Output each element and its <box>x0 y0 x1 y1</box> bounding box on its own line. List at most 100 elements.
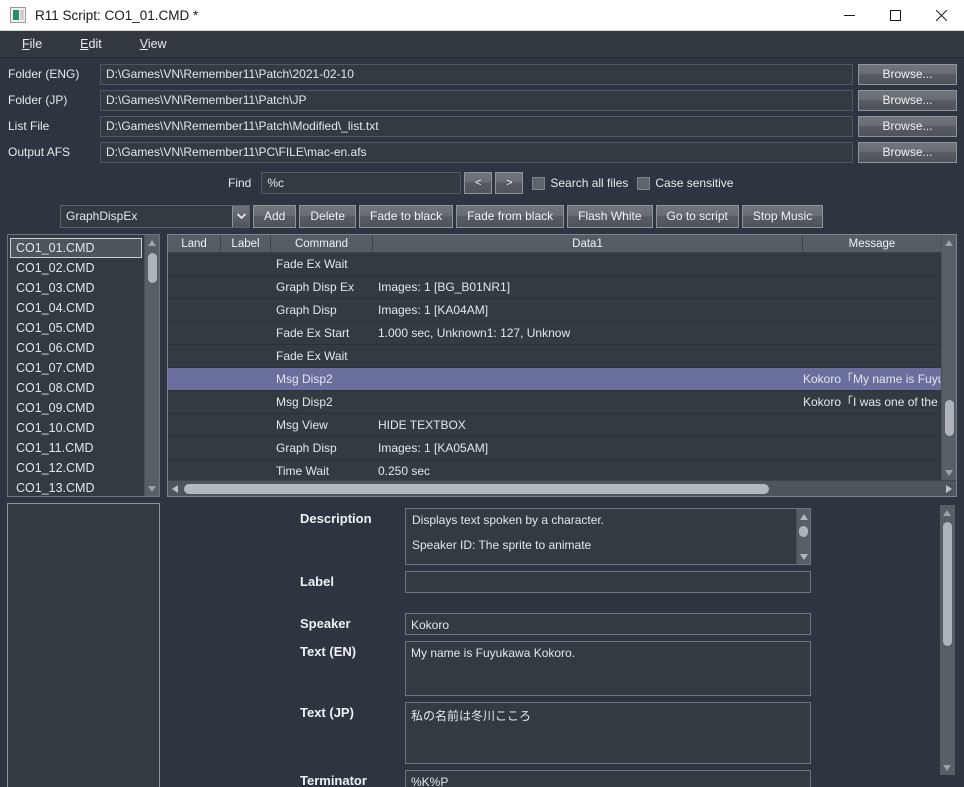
description-text[interactable]: Displays text spoken by a character. Spe… <box>405 508 796 565</box>
table-row[interactable]: Time Wait 0.250 sec <box>168 460 941 480</box>
search-all-files-checkbox[interactable] <box>532 176 546 190</box>
speaker-input[interactable]: Kokoro <box>405 613 811 635</box>
file-list-item[interactable]: CO1_11.CMD <box>11 438 144 458</box>
cell-label <box>221 345 271 368</box>
scroll-down-icon[interactable] <box>796 549 811 564</box>
file-list-scroll-track[interactable] <box>145 250 160 481</box>
browse-output-afs-button[interactable]: Browse... <box>858 141 957 163</box>
table-row[interactable]: Graph Disp Images: 1 [KA05AM] <box>168 437 941 460</box>
file-list-item[interactable]: CO1_10.CMD <box>11 418 144 438</box>
command-type-combobox[interactable]: GraphDispEx <box>60 204 250 228</box>
command-table-scroll-track[interactable] <box>942 250 957 465</box>
file-list-item[interactable]: CO1_09.CMD <box>11 398 144 418</box>
command-table-hscroll-track[interactable] <box>182 481 942 497</box>
find-input[interactable]: %c <box>261 172 462 194</box>
fade-from-black-button[interactable]: Fade from black <box>456 204 565 228</box>
output-afs-input[interactable]: D:\Games\VN\Remember11\PC\FILE\mac-en.af… <box>100 141 853 163</box>
search-all-files-checkbox-wrap[interactable]: Search all files <box>532 176 628 190</box>
table-row[interactable]: Fade Ex Wait <box>168 345 941 368</box>
fade-to-black-button[interactable]: Fade to black <box>359 204 454 228</box>
file-list-item[interactable]: CO1_13.CMD <box>11 478 144 496</box>
file-list-scrollbar[interactable] <box>144 235 159 496</box>
browse-folder-jp-button[interactable]: Browse... <box>858 89 957 111</box>
scroll-up-icon[interactable] <box>940 505 955 520</box>
menu-edit[interactable]: Edit <box>64 33 118 55</box>
folder-eng-input[interactable]: D:\Games\VN\Remember11\Patch\2021-02-10 <box>100 63 853 85</box>
maximize-button[interactable] <box>872 0 918 31</box>
label-input[interactable] <box>405 571 811 593</box>
table-row[interactable]: Graph Disp Images: 1 [KA04AM] <box>168 299 941 322</box>
table-row[interactable]: Msg View HIDE TEXTBOX <box>168 414 941 437</box>
column-header-data1[interactable]: Data1 <box>373 235 803 253</box>
scroll-right-icon[interactable] <box>942 484 956 493</box>
find-next-button[interactable]: > <box>495 172 524 194</box>
column-header-land[interactable]: Land <box>168 235 221 253</box>
column-header-label[interactable]: Label <box>221 235 271 253</box>
stop-music-button[interactable]: Stop Music <box>741 204 824 228</box>
scroll-left-icon[interactable] <box>168 484 182 493</box>
table-row[interactable]: Msg Disp2 Kokoro「My name is Fuyukawa Kok… <box>168 368 941 391</box>
command-table-hscroll-thumb[interactable] <box>184 483 770 494</box>
file-list-item[interactable]: CO1_08.CMD <box>11 378 144 398</box>
file-list-item[interactable]: CO1_05.CMD <box>11 318 144 338</box>
text-jp-input[interactable]: 私の名前は冬川こころ <box>405 702 811 764</box>
case-sensitive-checkbox[interactable] <box>637 176 651 190</box>
description-scroll-track[interactable] <box>796 524 811 549</box>
scroll-up-icon[interactable] <box>145 235 160 250</box>
column-header-command[interactable]: Command <box>271 235 373 253</box>
command-table-hscrollbar[interactable] <box>168 480 956 496</box>
text-en-label: Text (EN) <box>300 644 357 659</box>
delete-button[interactable]: Delete <box>299 204 357 228</box>
file-list-item[interactable]: CO1_04.CMD <box>11 298 144 318</box>
command-table-scroll-thumb[interactable] <box>944 400 954 436</box>
form-scroll-track[interactable] <box>940 520 955 760</box>
terminator-input[interactable]: %K%P <box>405 770 811 787</box>
folder-jp-input[interactable]: D:\Games\VN\Remember11\Patch\JP <box>100 89 853 111</box>
file-list-item[interactable]: CO1_12.CMD <box>11 458 144 478</box>
file-list-item[interactable]: CO1_01.CMD <box>10 238 142 258</box>
file-list-item[interactable]: CO1_07.CMD <box>11 358 144 378</box>
file-list-scroll-thumb[interactable] <box>147 253 157 283</box>
file-list-item[interactable]: CO1_06.CMD <box>11 338 144 358</box>
file-list-item[interactable]: CO1_02.CMD <box>11 258 144 278</box>
add-button[interactable]: Add <box>253 204 297 228</box>
table-row[interactable]: Graph Disp Ex Images: 1 [BG_B01NR1] <box>168 276 941 299</box>
find-bar: Find %c < > Search all files Case sensit… <box>0 171 964 195</box>
form-scroll-thumb[interactable] <box>942 522 952 646</box>
cell-data1 <box>373 391 803 414</box>
cell-land <box>168 391 221 414</box>
cell-data1 <box>373 345 803 368</box>
browse-folder-eng-button[interactable]: Browse... <box>858 63 957 85</box>
lower-region: Description Displays text spoken by a ch… <box>0 497 964 787</box>
description-scroll-thumb[interactable] <box>799 526 808 537</box>
minimize-button[interactable] <box>826 0 872 31</box>
file-list[interactable]: CO1_01.CMD CO1_02.CMD CO1_03.CMD CO1_04.… <box>8 235 144 496</box>
menu-edit-rest: dit <box>88 37 102 51</box>
scroll-up-icon[interactable] <box>942 235 957 250</box>
command-details-form: Description Displays text spoken by a ch… <box>167 503 957 787</box>
scroll-up-icon[interactable] <box>796 509 811 524</box>
case-sensitive-checkbox-wrap[interactable]: Case sensitive <box>637 176 733 190</box>
file-list-item[interactable]: CO1_03.CMD <box>11 278 144 298</box>
browse-list-file-button[interactable]: Browse... <box>858 115 957 137</box>
scroll-down-icon[interactable] <box>145 481 160 496</box>
speaker-label: Speaker <box>300 616 351 631</box>
find-previous-button[interactable]: < <box>464 172 493 194</box>
description-scrollbar[interactable] <box>796 508 811 565</box>
command-table-scrollbar[interactable] <box>941 235 956 480</box>
list-file-input[interactable]: D:\Games\VN\Remember11\Patch\Modified\_l… <box>100 115 853 137</box>
text-en-input[interactable]: My name is Fuyukawa Kokoro. <box>405 641 811 696</box>
go-to-script-button[interactable]: Go to script <box>655 204 739 228</box>
form-scrollbar[interactable] <box>939 505 955 775</box>
column-header-message[interactable]: Message <box>803 235 941 253</box>
table-row[interactable]: Fade Ex Start 1.000 sec, Unknown1: 127, … <box>168 322 941 345</box>
scroll-down-icon[interactable] <box>940 760 955 775</box>
scroll-down-icon[interactable] <box>942 465 957 480</box>
table-row[interactable]: Msg Disp2 Kokoro「I was one of the passen… <box>168 391 941 414</box>
close-button[interactable] <box>918 0 964 31</box>
flash-white-button[interactable]: Flash White <box>567 204 653 228</box>
menu-file[interactable]: File <box>6 33 58 55</box>
menu-view[interactable]: View <box>124 33 183 55</box>
table-row[interactable]: Fade Ex Wait <box>168 253 941 276</box>
chevron-down-icon[interactable] <box>232 205 249 227</box>
